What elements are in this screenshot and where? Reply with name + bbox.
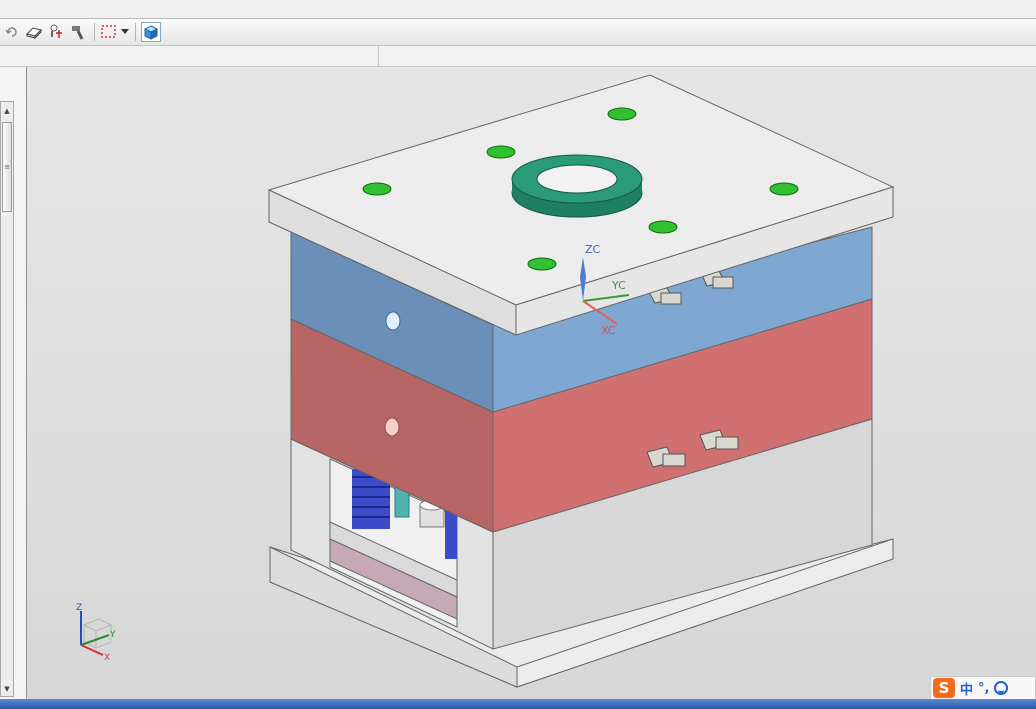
scroll-thumb[interactable]: ≡ (2, 122, 12, 212)
selection-bar-divider (378, 46, 379, 66)
toolbar-separator (94, 23, 95, 41)
scroll-up-arrow-icon[interactable]: ▲ (1, 104, 13, 118)
smiley-icon[interactable] (994, 681, 1009, 695)
taskbar (0, 699, 1036, 709)
dropdown-arrow-icon[interactable] (119, 22, 131, 42)
ime-mode[interactable]: 中 (960, 679, 973, 698)
ime-punctuation[interactable]: °, (978, 681, 989, 696)
wcs-x-label: XC (601, 324, 616, 337)
ime-toolbar[interactable]: S 中 °, (930, 676, 1036, 700)
view-triad: Z Y X (76, 603, 116, 663)
triad-z-label: Z (76, 603, 82, 613)
main-toolbar (0, 19, 1036, 46)
eraser-icon[interactable] (24, 22, 44, 42)
wcs-y-label: YC (611, 279, 626, 292)
triad-x-label: X (104, 653, 110, 663)
selection-bar (0, 46, 1036, 67)
a-plate-hole (385, 311, 401, 331)
snap-point-icon[interactable] (46, 22, 66, 42)
hammer-icon[interactable] (68, 22, 88, 42)
locating-ring (511, 154, 643, 218)
view-cube-icon[interactable] (141, 22, 161, 42)
mold-base-model[interactable]: ZC YC XC Z Y X (27, 67, 1036, 699)
toolbar-separator (135, 23, 136, 41)
b-plate-hole (384, 417, 400, 437)
title-strip (0, 0, 1036, 19)
selection-box-icon[interactable] (99, 22, 119, 42)
navigator-scrollbar[interactable]: ▲ ≡ ▼ (0, 101, 14, 697)
triad-y-label: Y (109, 630, 116, 640)
graphics-viewport[interactable]: ZC YC XC Z Y X (27, 67, 1036, 699)
navigator-panel: ▲ ≡ ▼ (0, 67, 27, 699)
undo-icon[interactable] (2, 22, 22, 42)
ime-logo[interactable]: S (933, 678, 955, 698)
scroll-down-arrow-icon[interactable]: ▼ (1, 682, 13, 696)
wcs-z-label: ZC (585, 243, 601, 256)
